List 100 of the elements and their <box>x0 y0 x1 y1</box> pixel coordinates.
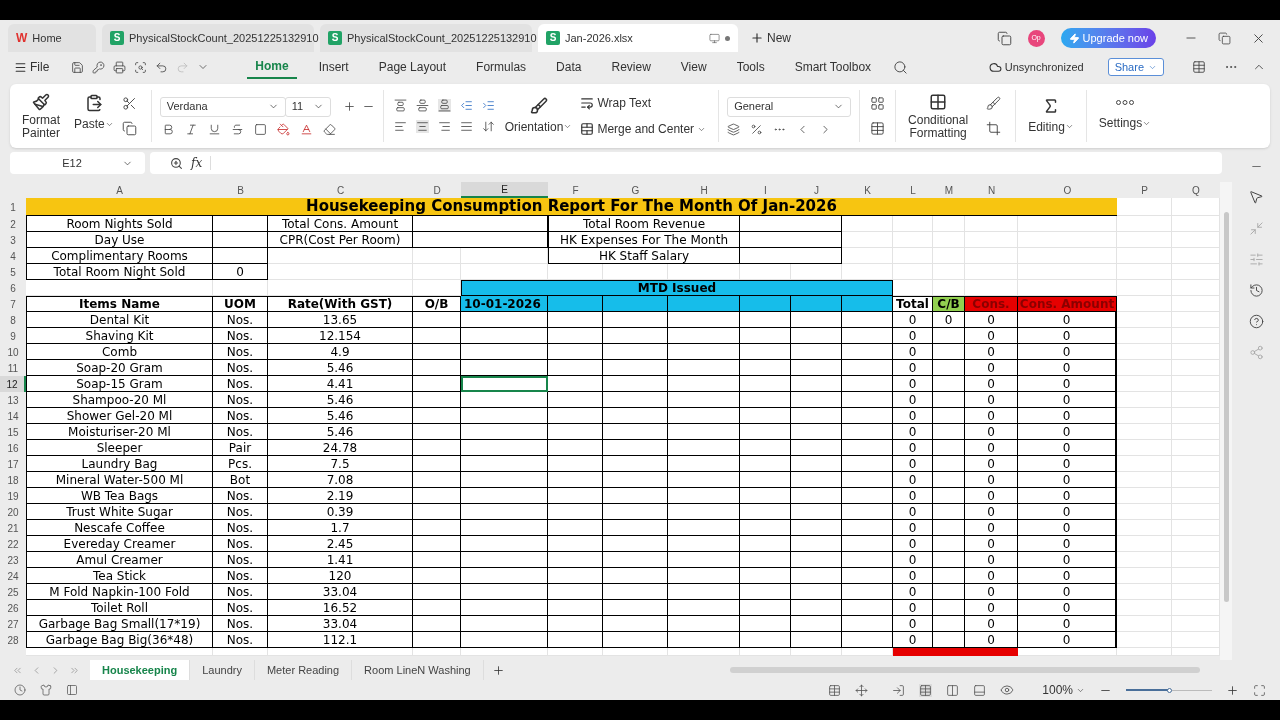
format-painter-button[interactable]: Format Painter <box>18 92 64 140</box>
column-header[interactable]: E <box>461 182 548 198</box>
table-cell: C/B <box>933 296 965 312</box>
table-cell: Nos. <box>213 536 268 552</box>
editing-button[interactable]: Editing <box>1028 96 1074 136</box>
table-cell: Garbage Bag Small(17*19) <box>26 616 213 632</box>
table-cell: 0 <box>1018 344 1117 360</box>
table-cell: 0 <box>893 504 933 520</box>
table-cell: 0 <box>1018 360 1117 376</box>
table-cell: Moisturiser-20 Ml <box>26 424 213 440</box>
formula-bar[interactable]: fx <box>150 152 1222 174</box>
ribbon-tab[interactable]: Formulas <box>468 55 535 79</box>
table-cell: WB Tea Bags <box>26 488 213 504</box>
wrap-text-button[interactable]: Wrap Text <box>580 94 707 112</box>
table-cell: Room Nights Sold <box>26 216 213 232</box>
table-cell: 1.7 <box>268 520 413 536</box>
sync-status[interactable]: Unsynchronized <box>988 58 1084 76</box>
table-cell: 0 <box>893 520 933 536</box>
table-cell: Nos. <box>213 424 268 440</box>
upgrade-button[interactable]: Upgrade now <box>1060 28 1156 48</box>
zoom-select[interactable]: 100% <box>1042 681 1085 699</box>
table-cell: Nos. <box>213 392 268 408</box>
table-cell: 0 <box>893 408 933 424</box>
table-cell: Evereday Creamer <box>26 536 213 552</box>
table-cell: Soap-20 Gram <box>26 360 213 376</box>
table-cell: 0 <box>965 408 1018 424</box>
table-cell: Pair <box>213 440 268 456</box>
ribbon-tab[interactable]: Page Layout <box>370 55 455 79</box>
table-cell: 16.52 <box>268 600 413 616</box>
share-button[interactable]: Share <box>1107 58 1164 76</box>
ribbon-tab[interactable]: Smart Toolbox <box>786 55 880 79</box>
table-cell: 0 <box>1018 584 1117 600</box>
table-cell: 4.9 <box>268 344 413 360</box>
file-menu[interactable]: File <box>14 58 50 76</box>
ribbon-tab[interactable]: Review <box>603 55 659 79</box>
table-cell: 120 <box>268 568 413 584</box>
sheet-tab[interactable]: Room LineN Washing <box>352 660 484 680</box>
app-logo: W <box>16 31 28 45</box>
table-cell: 24.78 <box>268 440 413 456</box>
report-title: Housekeeping Consumption Report For The Month Of Jan-2026 <box>26 198 1117 216</box>
conditional-formatting-button[interactable]: Conditional Formatting <box>900 92 977 140</box>
table-cell: 0 <box>1018 616 1117 632</box>
table-cell: Pcs. <box>213 456 268 472</box>
table-cell: 33.04 <box>268 584 413 600</box>
table-cell: Items Name <box>26 296 213 312</box>
table-cell: 0 <box>965 456 1018 472</box>
table-cell: Dental Kit <box>26 312 213 328</box>
table-cell: 5.46 <box>268 424 413 440</box>
table-cell: 0 <box>893 312 933 328</box>
table-cell: 0.39 <box>268 504 413 520</box>
table-cell: 0 <box>1018 392 1117 408</box>
new-tab-button[interactable]: New <box>744 24 797 52</box>
table-cell: Toilet Roll <box>26 600 213 616</box>
table-cell: Day Use <box>26 232 213 248</box>
table-cell: Nos. <box>213 584 268 600</box>
table-cell: 112.1 <box>268 632 413 648</box>
table-cell: 1.41 <box>268 552 413 568</box>
sheet-tab[interactable]: Meter Reading <box>254 660 353 680</box>
table-cell: Nos. <box>213 408 268 424</box>
table-cell: Laundry Bag <box>26 456 213 472</box>
sheet-tab[interactable]: Housekeeping <box>90 660 191 680</box>
name-box[interactable]: E12 <box>10 152 145 174</box>
sheet-tab[interactable]: Laundry <box>190 660 255 680</box>
ribbon-tab[interactable]: Tools <box>728 55 773 79</box>
table-cell: 0 <box>965 312 1018 328</box>
table-cell: 0 <box>893 440 933 456</box>
table-cell: 0 <box>893 584 933 600</box>
ribbon-tab[interactable]: View <box>672 55 715 79</box>
table-cell: 0 <box>213 264 268 280</box>
number-format-select[interactable]: General <box>727 96 852 117</box>
table-cell: 0 <box>893 536 933 552</box>
ribbon-tab[interactable]: Home <box>247 55 297 79</box>
table-cell: 0 <box>893 568 933 584</box>
table-cell: Total Cons. Amount <box>268 216 413 232</box>
spreadsheet-logo: S <box>546 31 560 45</box>
table-cell: Tea Stick <box>26 568 213 584</box>
font-size-select[interactable]: 11 <box>284 96 331 117</box>
table-cell: Nos. <box>213 520 268 536</box>
merge-center-button[interactable]: Merge and Center <box>580 120 707 138</box>
function-label[interactable]: fx <box>191 154 203 172</box>
table-cell: 2.45 <box>268 536 413 552</box>
table-cell: 0 <box>1018 376 1117 392</box>
ribbon-tab[interactable]: Insert <box>310 55 357 79</box>
orientation-button[interactable]: Orientation <box>504 96 573 136</box>
table-cell: 0 <box>1018 536 1117 552</box>
table-cell: 0 <box>1018 456 1117 472</box>
document-tab[interactable]: S Jan-2026.xlsx <box>538 24 738 52</box>
paste-button[interactable]: Paste <box>74 94 114 133</box>
table-cell: 0 <box>965 520 1018 536</box>
table-cell: 0 <box>893 424 933 440</box>
ribbon-tab[interactable]: Data <box>548 55 590 79</box>
table-cell: Soap-15 Gram <box>26 376 213 392</box>
font-select[interactable]: Verdana <box>159 96 286 117</box>
row-header[interactable]: 12 <box>0 376 26 392</box>
table-cell: 0 <box>965 328 1018 344</box>
table-cell: 0 <box>1018 568 1117 584</box>
table-cell: 2.19 <box>268 488 413 504</box>
spreadsheet-logo: S <box>328 31 342 45</box>
settings-button[interactable]: Settings <box>1098 100 1152 132</box>
document-tab[interactable]: W Home <box>8 24 96 52</box>
